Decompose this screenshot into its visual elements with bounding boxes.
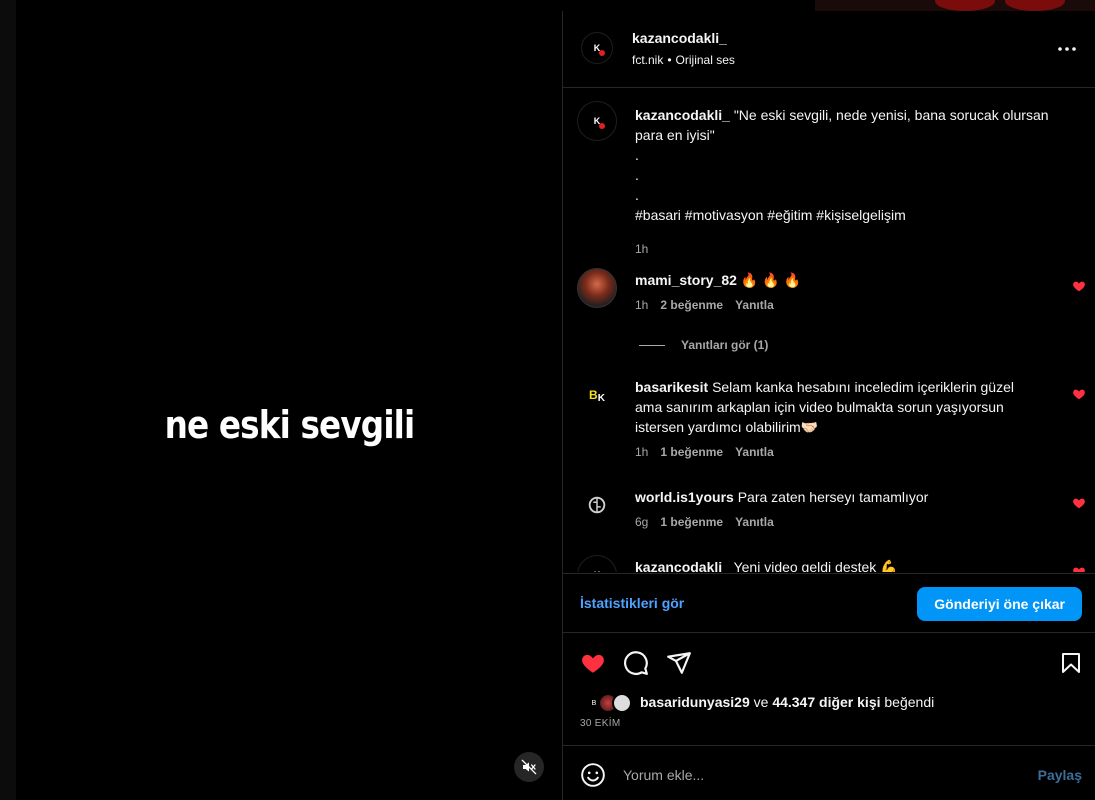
speaker-muted-icon [521,759,537,775]
comment-time: 1h [635,298,649,312]
more-options-button[interactable] [1055,37,1079,61]
comment-text: Para zaten herseyı tamamlıyor [737,489,929,505]
comment-meta: 1h 1 beğenme Yanıtla [635,445,786,459]
emoji-button[interactable] [580,762,606,788]
audio-source[interactable]: fct.nik [632,53,663,67]
heart-filled-icon [582,654,604,673]
share-button[interactable] [665,649,693,677]
caption-time: 1h [635,242,649,256]
liker-username[interactable]: basaridunyasi29 [640,694,750,710]
mute-button[interactable] [514,752,544,782]
replies-line [639,344,665,346]
bookmark-icon [1062,653,1080,673]
comment-bubble-icon [624,651,648,676]
comment-likes[interactable]: 2 beğenme [660,298,723,312]
caption-meta: 1h [635,242,660,256]
separator: • [667,53,672,67]
author-username[interactable]: kazancodakli_ [632,30,727,46]
commenter-avatar[interactable]: BK [577,375,617,415]
comment-input[interactable] [623,762,1003,788]
comments-list[interactable]: K kazancodakli_ "Ne eski sevgili, nede y… [563,89,1095,572]
comment-like-heart-icon[interactable] [1072,565,1086,572]
commenter-avatar[interactable]: K [577,555,617,572]
caption-dot: . [635,167,639,183]
commenter-avatar[interactable] [577,485,617,525]
comment-username[interactable]: basarikesit [635,379,708,395]
comment-likes[interactable]: 1 beğenme [660,445,723,459]
more-horizontal-icon [1058,47,1076,51]
comment-text: 🔥 🔥 🔥 [740,272,801,288]
comment-username[interactable]: world.is1yours [635,489,734,505]
caption-hashtags[interactable]: #basari #motivasyon #eğitim #kişiselgeli… [635,205,1055,225]
boost-post-button[interactable]: Gönderiyi öne çıkar [917,587,1082,621]
comment-like-heart-icon[interactable] [1072,496,1086,510]
comment-like-heart-icon[interactable] [1072,387,1086,401]
smiley-icon [581,763,605,787]
caption-username[interactable]: kazancodakli_ [635,107,730,123]
comment-body: world.is1yours Para zaten herseyı tamaml… [635,487,1055,507]
comment-username[interactable]: mami_story_82 [635,272,737,288]
view-replies-label: Yanıtları gör (1) [681,338,769,352]
avatar-k-letter: K [597,392,605,404]
comment-meta: 1h 2 beğenme Yanıtla [635,298,786,312]
view-insights-link[interactable]: İstatistikleri gör [580,595,684,611]
author-avatar[interactable]: K [581,32,613,64]
avatar-red-dot [599,123,605,129]
audio-info: fct.nik • Orijinal ses [632,53,735,67]
comment-text: Yeni video geldi destek 💪 [733,559,898,572]
like-button[interactable] [579,649,607,677]
comment-like-heart-icon[interactable] [1072,279,1086,293]
comment-time: 6g [635,515,649,529]
comment-button[interactable] [622,649,650,677]
likes-summary: B basaridunyasi29 ve 44.347 diğer kişi b… [580,691,1080,715]
avatar-b-letter: B [589,388,598,402]
comment-meta: 6g 1 beğenme Yanıtla [635,515,786,529]
caption-dot: . [635,187,639,203]
comment-time: 1h [635,445,649,459]
post-comment-button[interactable]: Paylaş [1038,767,1082,783]
comment-body: basarikesit Selam kanka hesabını inceled… [635,377,1035,437]
liker-avatars: B [580,693,632,713]
save-button[interactable] [1057,649,1085,677]
avatar-red-dot [599,50,605,56]
comment-username[interactable]: kazancodakli_ [635,559,730,572]
caption-body: kazancodakli_ "Ne eski sevgili, nede yen… [635,105,1055,225]
comment-body: mami_story_82 🔥 🔥 🔥 [635,270,1055,290]
comment-body: kazancodakli_ Yeni video geldi destek 💪 [635,557,1055,572]
insights-bar: İstatistikleri gör Gönderiyi öne çıkar [563,573,1095,633]
view-replies-button[interactable]: Yanıtları gör (1) [639,338,768,352]
audio-label[interactable]: Orijinal ses [676,53,735,67]
caption-dot: . [635,147,639,163]
reply-button[interactable]: Yanıtla [735,298,774,312]
reel-video[interactable]: ne eski sevgili [17,11,562,800]
post-header: K kazancodakli_ fct.nik • Orijinal ses [563,11,1095,88]
comment-likes[interactable]: 1 beğenme [660,515,723,529]
liker-avatar[interactable] [612,693,632,713]
likes-others[interactable]: 44.347 diğer kişi [772,694,880,710]
post-side-panel: K kazancodakli_ fct.nik • Orijinal ses K k… [562,11,1095,800]
window-left-edge [0,0,16,800]
caption-author-avatar[interactable]: K [577,101,617,141]
reply-button[interactable]: Yanıtla [735,445,774,459]
reply-button[interactable]: Yanıtla [735,515,774,529]
paper-plane-icon [667,652,691,674]
post-date: 30 EKİM [580,718,621,729]
add-comment-bar: Paylaş [563,745,1095,800]
likes-text: basaridunyasi29 ve 44.347 diğer kişi beğ… [640,694,934,710]
post-actions [563,647,1095,679]
brain-logo-icon [588,496,606,514]
video-caption: ne eski sevgili [164,403,416,447]
likes-suffix: beğendi [884,694,935,710]
background-strip [815,0,1095,11]
commenter-avatar[interactable] [577,268,617,308]
likes-connector: ve [753,694,769,710]
